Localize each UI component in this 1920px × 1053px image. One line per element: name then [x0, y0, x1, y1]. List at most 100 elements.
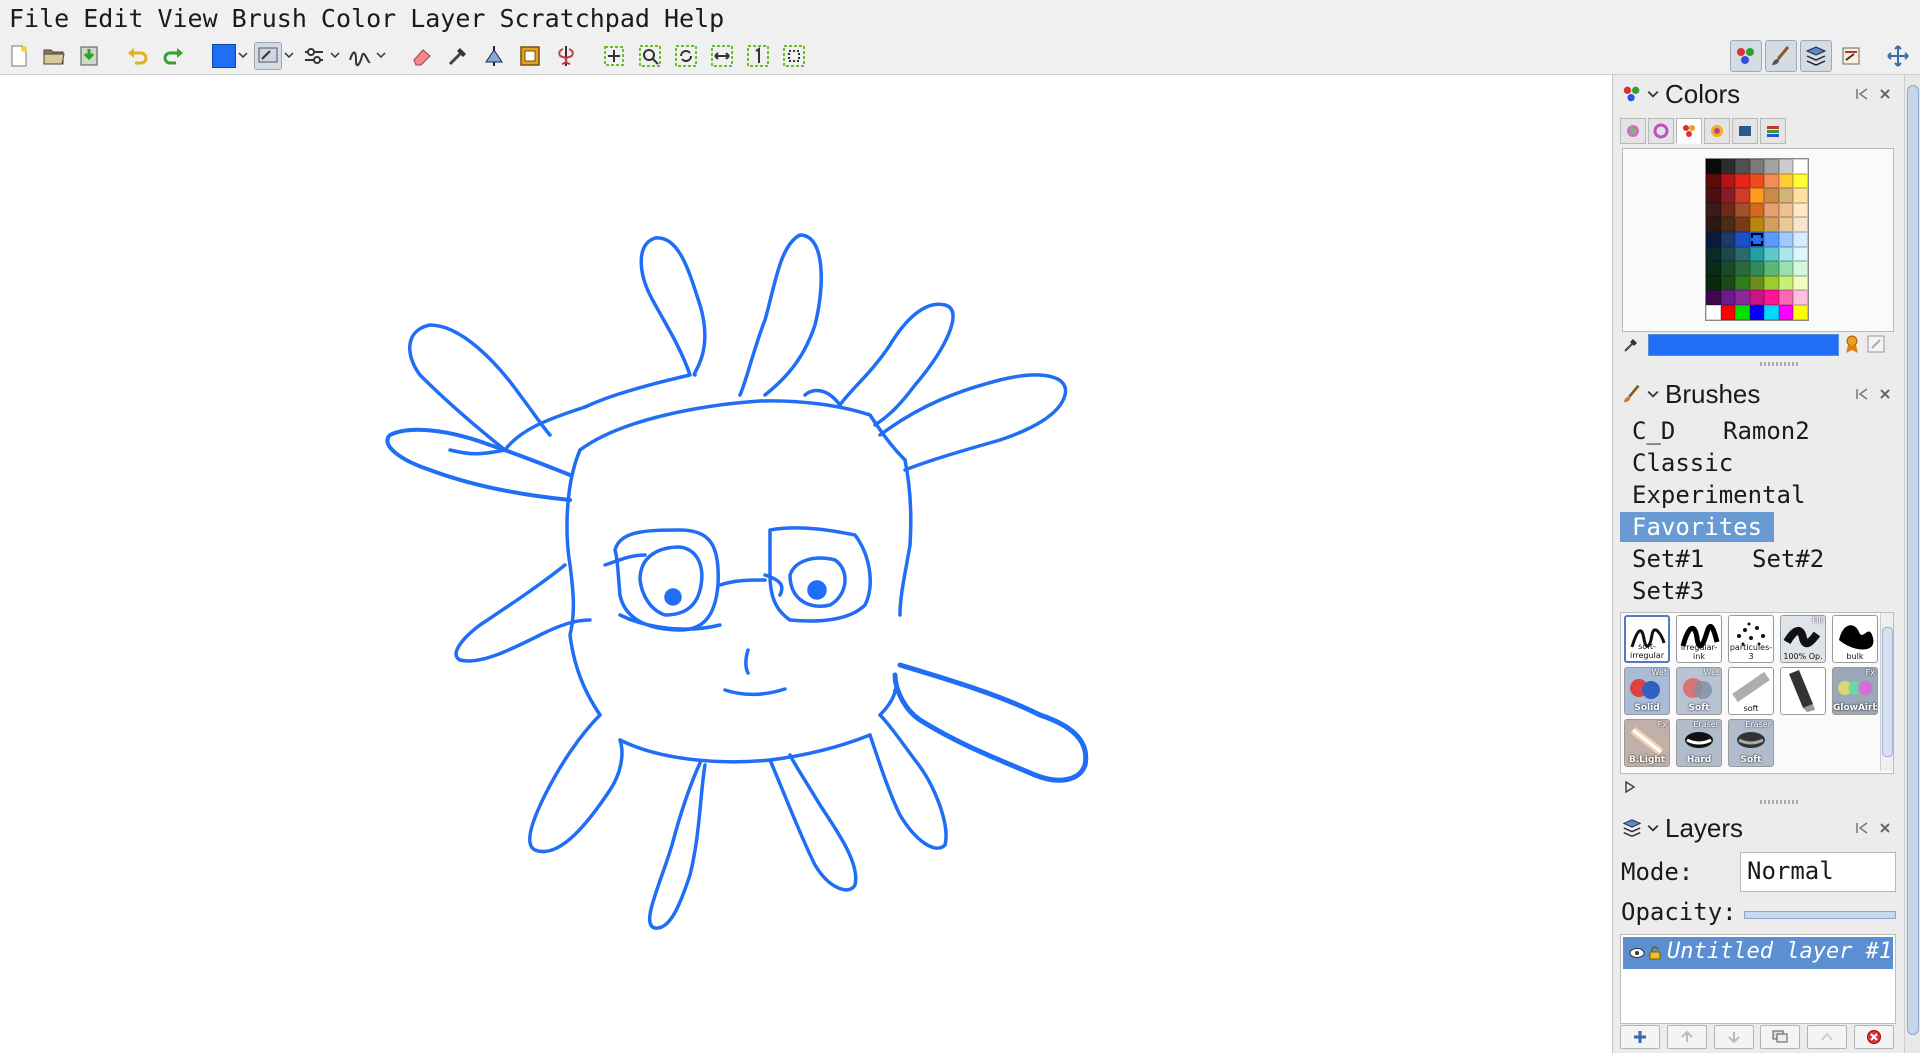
rotate-icon[interactable]	[672, 42, 700, 70]
tab-sliders[interactable]	[1732, 118, 1758, 144]
palette-swatch[interactable]	[1778, 231, 1793, 247]
palette-swatch[interactable]	[1749, 217, 1764, 232]
palette-swatch[interactable]	[1735, 275, 1750, 291]
palette-swatch[interactable]	[1720, 173, 1735, 189]
menu-file[interactable]: File	[0, 0, 74, 38]
brush-fx-blight[interactable]: Fx B.Light	[1624, 719, 1670, 767]
tab-hsv-wheel[interactable]	[1620, 118, 1646, 144]
palette-swatch[interactable]	[1764, 159, 1779, 174]
palette-swatch[interactable]	[1749, 246, 1764, 262]
bookmark-color-icon[interactable]	[1843, 334, 1861, 354]
palette-swatch[interactable]	[1764, 231, 1779, 247]
menu-view[interactable]: View	[148, 0, 222, 38]
palette-swatch[interactable]	[1720, 231, 1735, 247]
chevron-down-icon[interactable]	[330, 50, 340, 60]
palette-swatch[interactable]	[1778, 217, 1793, 232]
palette-swatch[interactable]	[1793, 159, 1808, 174]
palette-swatch[interactable]	[1778, 202, 1793, 218]
palette-swatch[interactable]	[1749, 188, 1764, 203]
brush-panel-toggle-icon[interactable]	[1765, 40, 1797, 72]
brush-particules-3[interactable]: particules-3	[1728, 615, 1774, 663]
palette-swatch[interactable]	[1720, 290, 1735, 305]
palette-swatch[interactable]	[1706, 304, 1721, 320]
chevron-down-icon[interactable]	[238, 50, 248, 60]
palette-swatch[interactable]	[1778, 159, 1793, 174]
pan-icon[interactable]	[600, 42, 628, 70]
layers-panel-header[interactable]: Layers	[1613, 811, 1904, 845]
palette-swatch[interactable]	[1720, 261, 1735, 276]
splitter-handle[interactable]	[1760, 362, 1800, 366]
chevron-down-icon[interactable]	[1647, 822, 1659, 834]
eyedropper-icon[interactable]	[1622, 336, 1640, 354]
palette-swatch[interactable]	[1793, 188, 1808, 203]
chevron-down-icon[interactable]	[284, 50, 294, 60]
brush-glow-airbrush[interactable]: Fx GlowAirb	[1832, 667, 1878, 715]
palette-swatch[interactable]	[1793, 275, 1808, 291]
palette-swatch[interactable]	[1793, 217, 1808, 232]
close-icon[interactable]	[1878, 87, 1892, 101]
dock-collapse-icon[interactable]	[1855, 87, 1869, 101]
menu-brush[interactable]: Brush	[223, 0, 312, 38]
brush-group-ramon2[interactable]: Ramon2	[1711, 416, 1822, 446]
palette-swatch[interactable]	[1735, 217, 1750, 232]
brush-marker[interactable]	[1780, 667, 1826, 715]
palette-swatch[interactable]	[1720, 159, 1735, 174]
brush-wet-soft[interactable]: Wet Soft	[1676, 667, 1722, 715]
tab-palette[interactable]	[1676, 118, 1702, 144]
palette-swatch[interactable]	[1793, 246, 1808, 262]
palette-swatch[interactable]	[1706, 202, 1721, 218]
brush-group-favorites[interactable]: Favorites	[1620, 512, 1775, 542]
symmetry-icon[interactable]	[480, 42, 508, 70]
brushes-panel-header[interactable]: Brushes	[1613, 377, 1904, 411]
color-swatch-button[interactable]	[210, 42, 238, 70]
drawing-canvas[interactable]	[0, 75, 1612, 1053]
palette-swatch[interactable]	[1706, 188, 1721, 203]
palette-swatch[interactable]	[1720, 275, 1735, 291]
chevron-down-icon[interactable]	[376, 50, 386, 60]
colors-panel-header[interactable]: Colors	[1613, 77, 1904, 111]
lock-icon[interactable]	[1648, 946, 1662, 960]
one-to-one-icon[interactable]	[744, 42, 772, 70]
palette-swatch[interactable]	[1706, 173, 1721, 189]
eye-icon[interactable]	[1629, 947, 1645, 959]
fit-icon[interactable]	[780, 42, 808, 70]
stroke-icon[interactable]	[346, 42, 374, 70]
scrollbar-thumb[interactable]	[1907, 85, 1919, 1035]
palette-swatch[interactable]	[1706, 261, 1721, 276]
brush-soft[interactable]: soft	[1728, 667, 1774, 715]
palette-swatch[interactable]	[1735, 159, 1750, 174]
new-document-icon[interactable]	[5, 42, 33, 70]
redo-icon[interactable]	[159, 42, 187, 70]
opacity-slider[interactable]	[1744, 911, 1896, 919]
tab-color-ring[interactable]	[1648, 118, 1674, 144]
chevron-down-icon[interactable]	[1647, 88, 1659, 100]
palette-swatch[interactable]	[1793, 290, 1808, 305]
layer-row[interactable]: Untitled layer #1	[1623, 937, 1893, 969]
colors-panel-toggle-icon[interactable]	[1730, 40, 1762, 72]
mirror-icon[interactable]	[552, 42, 580, 70]
palette-swatch[interactable]	[1720, 217, 1735, 232]
close-icon[interactable]	[1878, 387, 1892, 401]
palette-swatch[interactable]	[1749, 173, 1764, 189]
palette-swatch[interactable]	[1735, 202, 1750, 218]
palette-swatch[interactable]	[1778, 188, 1793, 203]
undo-icon[interactable]	[124, 42, 152, 70]
menu-help[interactable]: Help	[655, 0, 729, 38]
fullscreen-icon[interactable]	[1884, 42, 1912, 70]
tab-components[interactable]	[1760, 118, 1786, 144]
merge-layer-button[interactable]	[1807, 1025, 1848, 1049]
brush-eraser-hard[interactable]: Eraser Hard	[1676, 719, 1722, 767]
menu-color[interactable]: Color	[312, 0, 401, 38]
palette-swatch[interactable]	[1764, 261, 1779, 276]
menu-edit[interactable]: Edit	[74, 0, 148, 38]
close-icon[interactable]	[1878, 821, 1892, 835]
palette-swatch[interactable]	[1793, 304, 1808, 320]
palette-swatch[interactable]	[1749, 159, 1764, 174]
move-layer-down-button[interactable]	[1713, 1025, 1754, 1049]
brush-list-scrollbar[interactable]	[1880, 613, 1893, 771]
palette-swatch[interactable]	[1720, 246, 1735, 262]
palette-swatch[interactable]	[1778, 304, 1793, 320]
palette-swatch[interactable]	[1735, 231, 1750, 247]
color-picker-icon[interactable]	[444, 42, 472, 70]
palette-swatch[interactable]	[1749, 275, 1764, 291]
